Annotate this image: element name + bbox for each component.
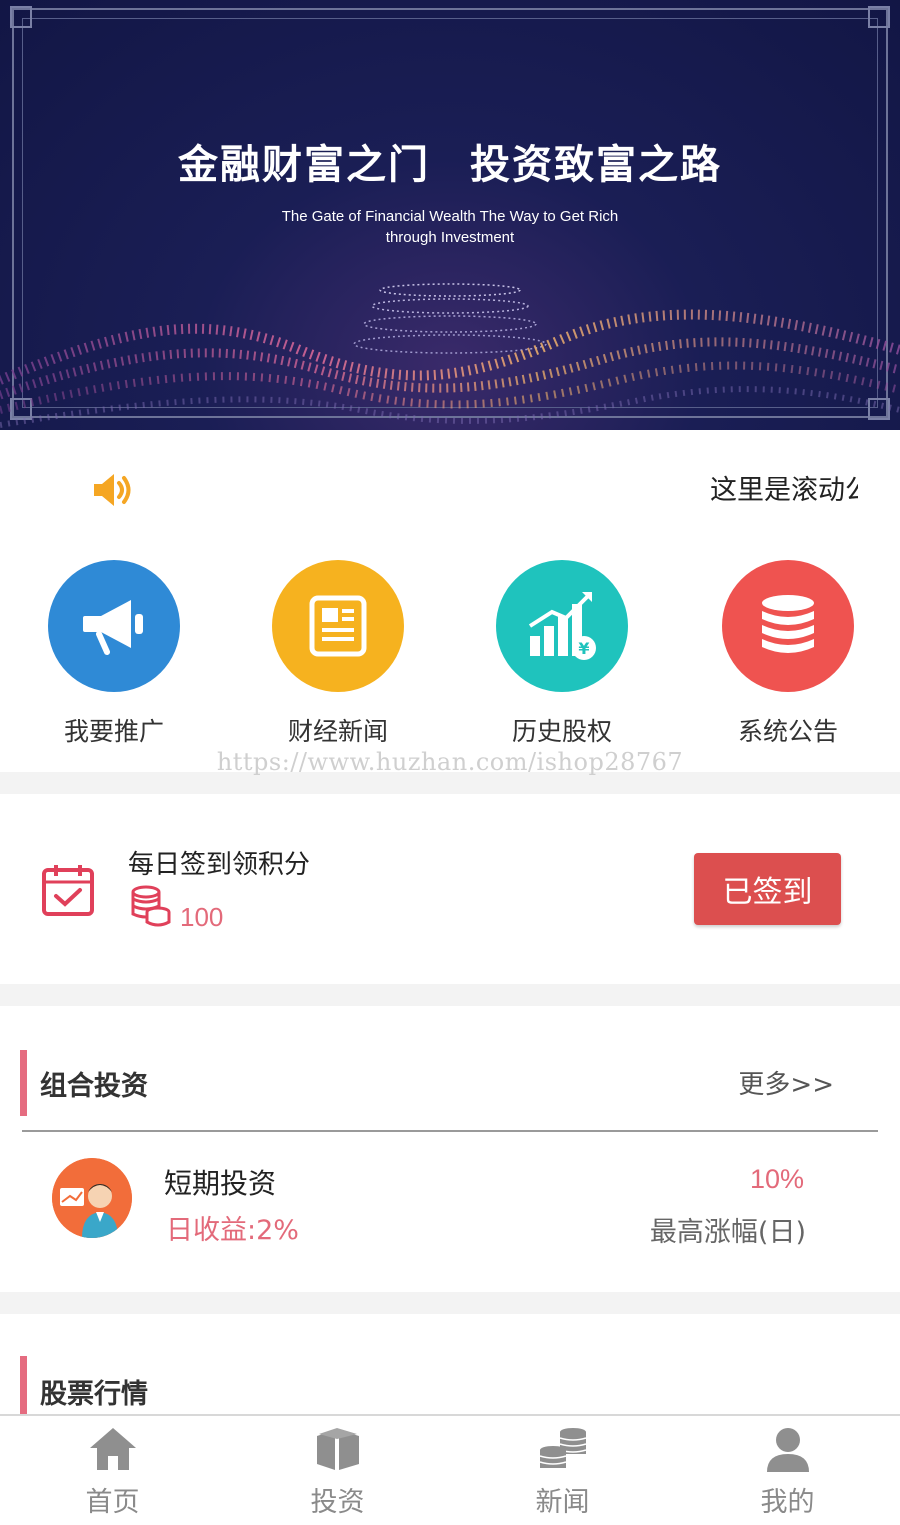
banner-corner [10,6,32,28]
announcement-marquee[interactable]: 这里是滚动公告 [0,430,900,542]
bottom-tab-bar: 首页 投资 新闻 我的 [0,1414,900,1525]
news-icon [272,560,404,692]
user-icon [766,1428,809,1472]
database-icon [722,560,854,692]
tab-label: 我的 [760,1487,815,1518]
speaker-icon [94,474,131,506]
section-accent-bar [20,1356,27,1422]
menu-item-label: 财经新闻 [287,717,388,746]
particle-wave-graphic [0,283,900,428]
tab-label: 投资 [310,1487,365,1518]
portfolio-section: 组合投资 更多>> [0,1006,900,1292]
tab-news[interactable]: 新闻 [450,1416,675,1525]
tab-invest[interactable]: 投资 [225,1416,450,1525]
investment-name: 短期投资 [164,1167,277,1200]
section-title: 股票行情 [40,1379,148,1410]
watermark-text: https://www.huzhan.com/ishop28767 [216,748,684,776]
coins-icon [131,885,171,927]
section-divider [0,984,900,1006]
max-rise-value: 10% [749,1164,804,1194]
section-divider [0,1292,900,1314]
menu-item-finance-news[interactable]: 财经新闻 [238,560,438,760]
home-icon [89,1428,136,1470]
daily-return: 日收益:2% [166,1215,299,1246]
section-divider-line [22,1130,878,1132]
hero-banner[interactable]: 金融财富之门 投资致富之路 The Gate of Financial Wealt… [0,0,900,430]
menu-item-history-equity[interactable]: ¥ 历史股权 [462,560,662,760]
marquee-text[interactable]: 这里是滚动公告 [710,468,858,504]
signin-title: 每日签到领积分 [128,850,311,880]
more-link[interactable]: 更多>> [738,1064,834,1101]
banner-subtitle: The Gate of Financial Wealth The Way to … [0,206,900,248]
points-value: 100 [180,902,224,932]
megaphone-icon [48,560,180,692]
section-title: 组合投资 [40,1071,148,1102]
section-accent-bar [20,1050,27,1116]
daily-signin-card: 每日签到领积分 100 已签到 [0,794,900,984]
menu-item-label: 历史股权 [511,717,612,746]
stocks-section: 股票行情 [0,1314,900,1422]
coins-icon [539,1428,586,1468]
chart-growth-icon: ¥ [496,560,628,692]
tab-label: 新闻 [535,1487,590,1518]
tab-home[interactable]: 首页 [0,1416,225,1525]
banner-corner [868,6,890,28]
banner-subtitle-line1: The Gate of Financial Wealth The Way to … [281,208,619,225]
menu-item-promote[interactable]: 我要推广 [14,560,214,760]
signin-button[interactable]: 已签到 [694,853,841,925]
box-icon [316,1428,359,1470]
menu-item-system-notice[interactable]: 系统公告 [688,560,888,760]
max-rise-label: 最高涨幅(日) [649,1217,806,1248]
banner-title-left: 金融财富之门 [178,142,430,188]
banner-title-right: 投资致富之路 [470,142,722,188]
banner-subtitle-line2: through Investment [385,229,515,246]
tab-label: 首页 [85,1487,140,1518]
menu-item-label: 系统公告 [737,717,838,746]
menu-item-label: 我要推广 [63,717,164,746]
quick-menu-grid: 我要推广 财经新闻 ¥ 历史股权 系统公告 [0,542,900,772]
svg-text:¥: ¥ [578,639,589,658]
investment-avatar [52,1158,132,1238]
tab-profile[interactable]: 我的 [675,1416,900,1525]
calendar-check-icon [42,865,94,916]
banner-title: 金融财富之门 投资致富之路 [0,132,900,190]
